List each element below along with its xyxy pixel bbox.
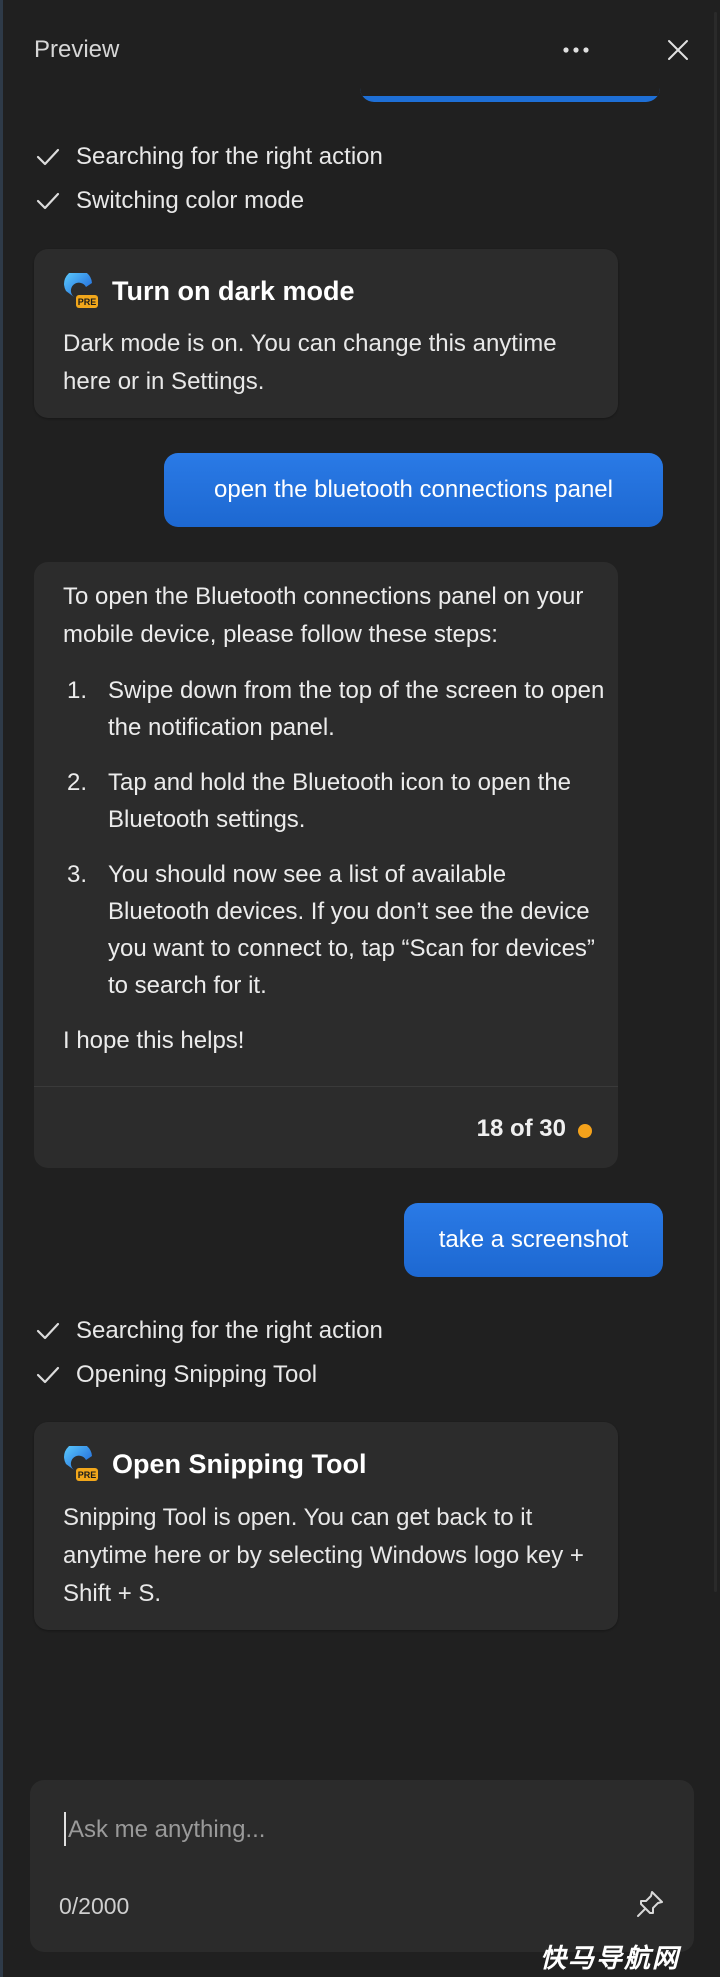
- action-card-dark-mode[interactable]: PRE Turn on dark mode Dark mode is on. Y…: [34, 249, 618, 418]
- card-title: Turn on dark mode: [112, 275, 355, 306]
- pin-button[interactable]: [628, 1882, 672, 1926]
- status-step: Searching for the right action: [36, 1315, 383, 1347]
- divider: [34, 1086, 618, 1087]
- window-left-edge: [0, 0, 3, 1977]
- list-item-number: 2.: [67, 769, 88, 796]
- chat-composer: 0/2000: [30, 1780, 694, 1952]
- svg-text:PRE: PRE: [78, 1470, 97, 1480]
- list-item-text: Tap and hold the Bluetooth icon to open …: [108, 769, 572, 833]
- user-message: open the bluetooth connections panel: [164, 453, 663, 527]
- svg-text:PRE: PRE: [78, 297, 97, 307]
- list-item: 3. You should now see a list of available…: [63, 856, 608, 1004]
- status-dot: [578, 1124, 592, 1138]
- character-count: 0/2000: [59, 1893, 130, 1919]
- status-step-label: Searching for the right action: [76, 1317, 383, 1344]
- scrollbar-thumb[interactable]: [714, 12, 717, 1592]
- status-step: Searching for the right action: [36, 141, 383, 173]
- copilot-pre-icon: PRE: [64, 273, 98, 308]
- check-icon: [36, 1366, 60, 1384]
- list-item-text: Swipe down from the top of the screen to…: [108, 677, 605, 741]
- check-icon: [36, 192, 60, 210]
- user-message: take a screenshot: [404, 1203, 663, 1277]
- card-header: PRE Open Snipping Tool: [62, 1446, 366, 1482]
- list-item-number: 3.: [67, 861, 88, 888]
- card-body: Snipping Tool is open. You can get back …: [63, 1504, 584, 1607]
- status-step: Opening Snipping Tool: [36, 1359, 317, 1391]
- check-icon: [36, 1322, 60, 1340]
- watermark-text: 快马导航网: [540, 1943, 681, 1973]
- status-step-label: Opening Snipping Tool: [76, 1361, 318, 1388]
- close-button[interactable]: [656, 28, 700, 72]
- assistant-response: To open the Bluetooth connections panel …: [34, 562, 618, 1168]
- more-horizontal-icon: [563, 47, 589, 53]
- list-item: 2. Tap and hold the Bluetooth icon to ope…: [63, 764, 608, 838]
- window-title: Preview: [34, 36, 120, 63]
- card-title: Open Snipping Tool: [112, 1448, 367, 1479]
- more-options-button[interactable]: [554, 28, 598, 72]
- scrollbar[interactable]: [714, 0, 717, 1977]
- close-icon: [668, 40, 688, 60]
- list-item: 1. Swipe down from the top of the screen …: [63, 672, 608, 746]
- response-counter: 18 of 30: [476, 1115, 566, 1142]
- copilot-pre-icon: PRE: [64, 1446, 98, 1481]
- check-icon: [36, 148, 60, 166]
- response-steps-list: 1. Swipe down from the top of the screen …: [63, 672, 608, 1022]
- status-step: Switching color mode: [36, 185, 304, 217]
- list-item-number: 1.: [67, 677, 88, 704]
- response-outro: I hope this helps!: [63, 1027, 245, 1054]
- pin-icon: [637, 1891, 663, 1917]
- card-header: PRE Turn on dark mode: [62, 273, 355, 309]
- previous-user-message-bubble: [360, 84, 660, 102]
- status-step-label: Switching color mode: [76, 187, 305, 214]
- action-card-snipping-tool[interactable]: PRE Open Snipping Tool Snipping Tool is …: [34, 1422, 618, 1630]
- chat-input[interactable]: [60, 1810, 648, 1850]
- list-item-text: You should now see a list of available B…: [108, 861, 595, 999]
- response-intro: To open the Bluetooth connections panel …: [63, 583, 584, 648]
- status-step-label: Searching for the right action: [76, 143, 383, 170]
- card-body: Dark mode is on. You can change this any…: [63, 330, 557, 395]
